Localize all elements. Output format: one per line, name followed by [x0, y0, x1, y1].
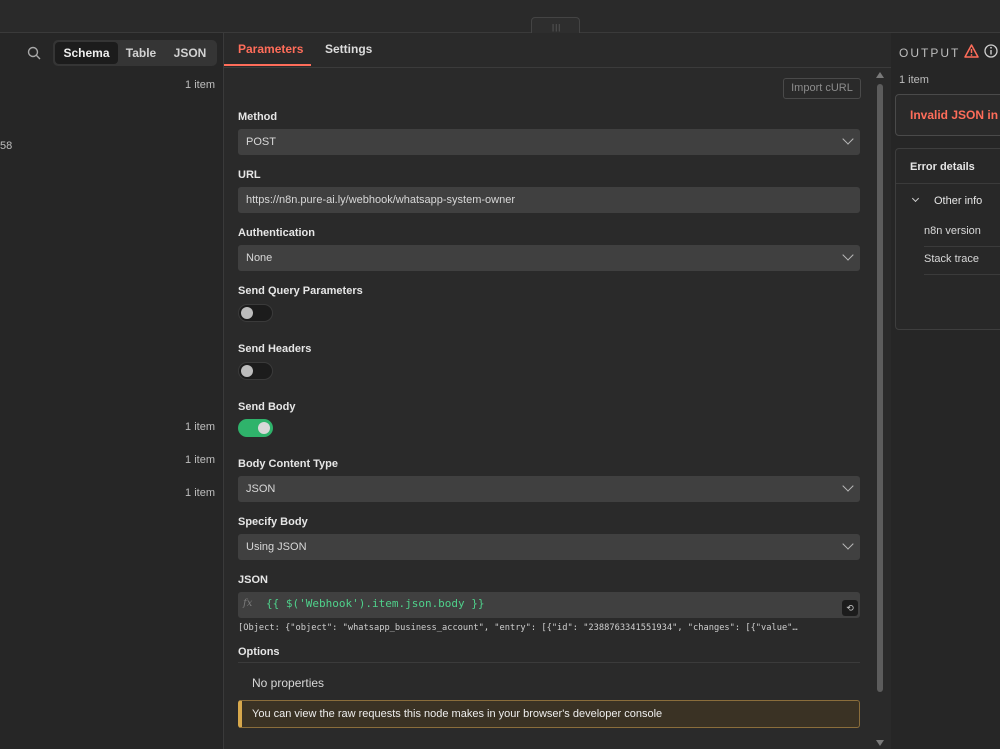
scroll-up-icon[interactable]	[876, 72, 884, 78]
developer-console-notice: You can view the raw requests this node …	[238, 700, 860, 728]
error-detail-row: n8n version	[924, 225, 981, 237]
import-curl-button[interactable]: Import cURL	[783, 78, 861, 99]
send-query-toggle[interactable]	[238, 304, 273, 322]
divider	[896, 183, 1000, 184]
active-tab-indicator	[224, 64, 311, 66]
tab-schema[interactable]: Schema	[55, 42, 118, 64]
send-body-toggle[interactable]	[238, 419, 273, 437]
url-label: URL	[238, 169, 261, 181]
options-label: Options	[238, 646, 280, 658]
chevron-down-icon	[842, 538, 854, 550]
item-count: 1 item	[185, 421, 215, 433]
specify-body-label: Specify Body	[238, 516, 308, 528]
authentication-value: None	[246, 252, 273, 264]
body-content-type-label: Body Content Type	[238, 458, 339, 470]
body-content-type-value: JSON	[246, 483, 276, 495]
send-headers-toggle[interactable]	[238, 362, 273, 380]
json-expression-input[interactable]: fx {{ $('Webhook').item.json.body }} ⟲	[238, 592, 860, 618]
tab-settings[interactable]: Settings	[325, 42, 372, 56]
chevron-down-icon[interactable]	[911, 194, 920, 203]
url-value: https://n8n.pure-ai.ly/webhook/whatsapp-…	[246, 194, 516, 206]
specify-body-value: Using JSON	[246, 541, 307, 553]
error-details-title: Error details	[910, 161, 975, 173]
authentication-label: Authentication	[238, 227, 315, 239]
json-expression-value: {{ $('Webhook').item.json.body }}	[266, 597, 485, 610]
divider	[924, 274, 1000, 275]
no-properties-text: No properties	[252, 676, 325, 690]
error-message: Invalid JSON in	[910, 108, 999, 122]
scroll-down-icon[interactable]	[876, 740, 884, 746]
output-title: OUTPUT	[899, 46, 961, 60]
item-count: 1 item	[185, 79, 215, 91]
method-select[interactable]: POST	[238, 129, 860, 155]
chevron-down-icon	[842, 480, 854, 492]
panel-drag-handle[interactable]: |||	[531, 17, 580, 33]
error-detail-row: Stack trace	[924, 253, 980, 265]
info-icon[interactable]	[984, 44, 998, 58]
view-mode-switch: Schema Table JSON	[53, 40, 217, 66]
divider	[924, 246, 1000, 247]
warning-icon	[964, 44, 979, 58]
method-value: POST	[246, 136, 276, 148]
tab-table[interactable]: Table	[119, 42, 163, 64]
item-count: 1 item	[185, 454, 215, 466]
top-bar: |||	[0, 0, 1000, 33]
chevron-down-icon	[842, 249, 854, 261]
chevron-down-icon	[842, 133, 854, 145]
json-label: JSON	[238, 574, 268, 586]
specify-body-select[interactable]: Using JSON	[238, 534, 860, 560]
tab-json[interactable]: JSON	[166, 42, 214, 64]
send-headers-label: Send Headers	[238, 343, 312, 355]
tab-parameters[interactable]: Parameters	[238, 42, 303, 56]
body-content-type-select[interactable]: JSON	[238, 476, 860, 502]
send-query-label: Send Query Parameters	[238, 285, 363, 297]
output-panel: OUTPUT 1 item Invalid JSON in Error deta…	[891, 33, 1000, 749]
parameters-panel: Parameters Settings Import cURL Method P…	[223, 33, 892, 749]
url-input[interactable]: https://n8n.pure-ai.ly/webhook/whatsapp-…	[238, 187, 860, 213]
other-info-toggle[interactable]: Other info	[934, 195, 982, 207]
item-count: 1 item	[185, 487, 215, 499]
search-icon[interactable]	[27, 46, 41, 60]
panel-tabs: Parameters Settings	[224, 33, 891, 68]
fx-icon: fx	[243, 598, 253, 609]
input-panel: Schema Table JSON 1 item 58 1 item 1 ite…	[0, 33, 222, 749]
send-body-label: Send Body	[238, 401, 296, 413]
grip-icon: |||	[552, 23, 562, 32]
method-label: Method	[238, 111, 278, 123]
json-preview: [Object: {"object": "whatsapp_business_a…	[238, 623, 798, 633]
output-item-count: 1 item	[899, 74, 929, 86]
partial-value: 58	[0, 140, 13, 152]
authentication-select[interactable]: None	[238, 245, 860, 271]
scrollbar[interactable]	[877, 84, 883, 692]
error-details-box: Error details Other info n8n version Sta…	[895, 148, 1000, 330]
expand-expression-icon[interactable]: ⟲	[842, 600, 858, 616]
error-message-box: Invalid JSON in	[895, 94, 1000, 136]
divider	[238, 662, 860, 663]
